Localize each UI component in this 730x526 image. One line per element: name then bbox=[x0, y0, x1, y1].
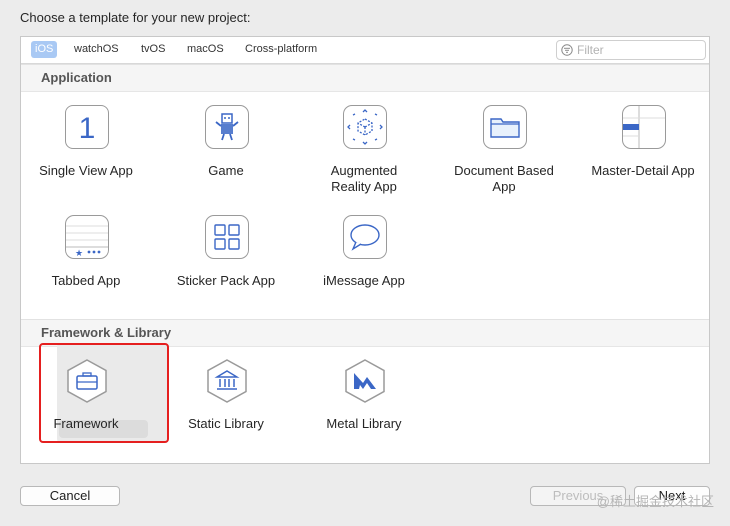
master-detail-icon bbox=[622, 105, 666, 149]
platform-tab-bar: iOS watchOS tvOS macOS Cross-platform bbox=[21, 37, 709, 64]
red-highlight-annotation bbox=[39, 343, 169, 443]
template-label: iMessage App bbox=[323, 273, 405, 288]
filter-icon bbox=[561, 44, 573, 56]
game-icon bbox=[205, 105, 249, 149]
template-label: Single View App bbox=[39, 163, 133, 178]
template-label: Tabbed App bbox=[51, 273, 121, 288]
svg-text:1: 1 bbox=[79, 112, 96, 145]
template-augmented-reality-app[interactable]: Augmented Reality App bbox=[299, 105, 429, 205]
template-document-based-app[interactable]: Document Based App bbox=[439, 105, 569, 205]
template-panel: iOS watchOS tvOS macOS Cross-platform Ap… bbox=[20, 36, 710, 464]
message-bubble-icon bbox=[343, 215, 387, 259]
template-label: Sticker Pack App bbox=[176, 273, 276, 288]
template-label: Metal Library bbox=[326, 416, 402, 431]
metal-icon bbox=[343, 358, 387, 403]
tab-ios[interactable]: iOS bbox=[31, 41, 58, 58]
template-label: Master-Detail App bbox=[591, 163, 695, 178]
single-view-icon: 1 bbox=[65, 105, 109, 149]
tabbed-icon: ★ bbox=[65, 215, 109, 259]
ar-icon bbox=[343, 105, 387, 149]
template-label: Document Based App bbox=[454, 163, 554, 194]
cancel-button[interactable]: Cancel bbox=[20, 486, 120, 506]
sticker-grid-icon bbox=[205, 215, 249, 259]
template-label: Augmented Reality App bbox=[330, 163, 398, 194]
dialog-prompt: Choose a template for your new project: bbox=[20, 10, 251, 25]
template-metal-library[interactable]: Metal Library bbox=[299, 358, 429, 458]
filter-input[interactable] bbox=[577, 42, 699, 58]
tab-macos[interactable]: macOS bbox=[183, 41, 228, 58]
tab-cross-platform[interactable]: Cross-platform bbox=[241, 41, 321, 58]
tab-tvos[interactable]: tvOS bbox=[137, 41, 169, 58]
template-imessage-app[interactable]: iMessage App bbox=[299, 215, 429, 315]
library-building-icon bbox=[205, 358, 249, 403]
tab-watchos[interactable]: watchOS bbox=[70, 41, 123, 58]
folder-icon bbox=[483, 105, 527, 149]
template-label: Static Library bbox=[188, 416, 264, 431]
svg-text:★: ★ bbox=[75, 249, 83, 258]
filter-field[interactable] bbox=[556, 40, 706, 60]
template-single-view-app[interactable]: 1 Single View App bbox=[21, 105, 151, 205]
template-master-detail-app[interactable]: Master-Detail App bbox=[578, 105, 708, 205]
template-static-library[interactable]: Static Library bbox=[161, 358, 291, 458]
watermark-text: @稀土掘金技术社区 bbox=[596, 494, 714, 509]
template-label: Game bbox=[208, 163, 244, 178]
template-sticker-pack-app[interactable]: Sticker Pack App bbox=[161, 215, 291, 315]
template-game[interactable]: Game bbox=[161, 105, 291, 205]
section-header-application: Application bbox=[21, 64, 709, 92]
template-tabbed-app[interactable]: ★ Tabbed App bbox=[21, 215, 151, 315]
